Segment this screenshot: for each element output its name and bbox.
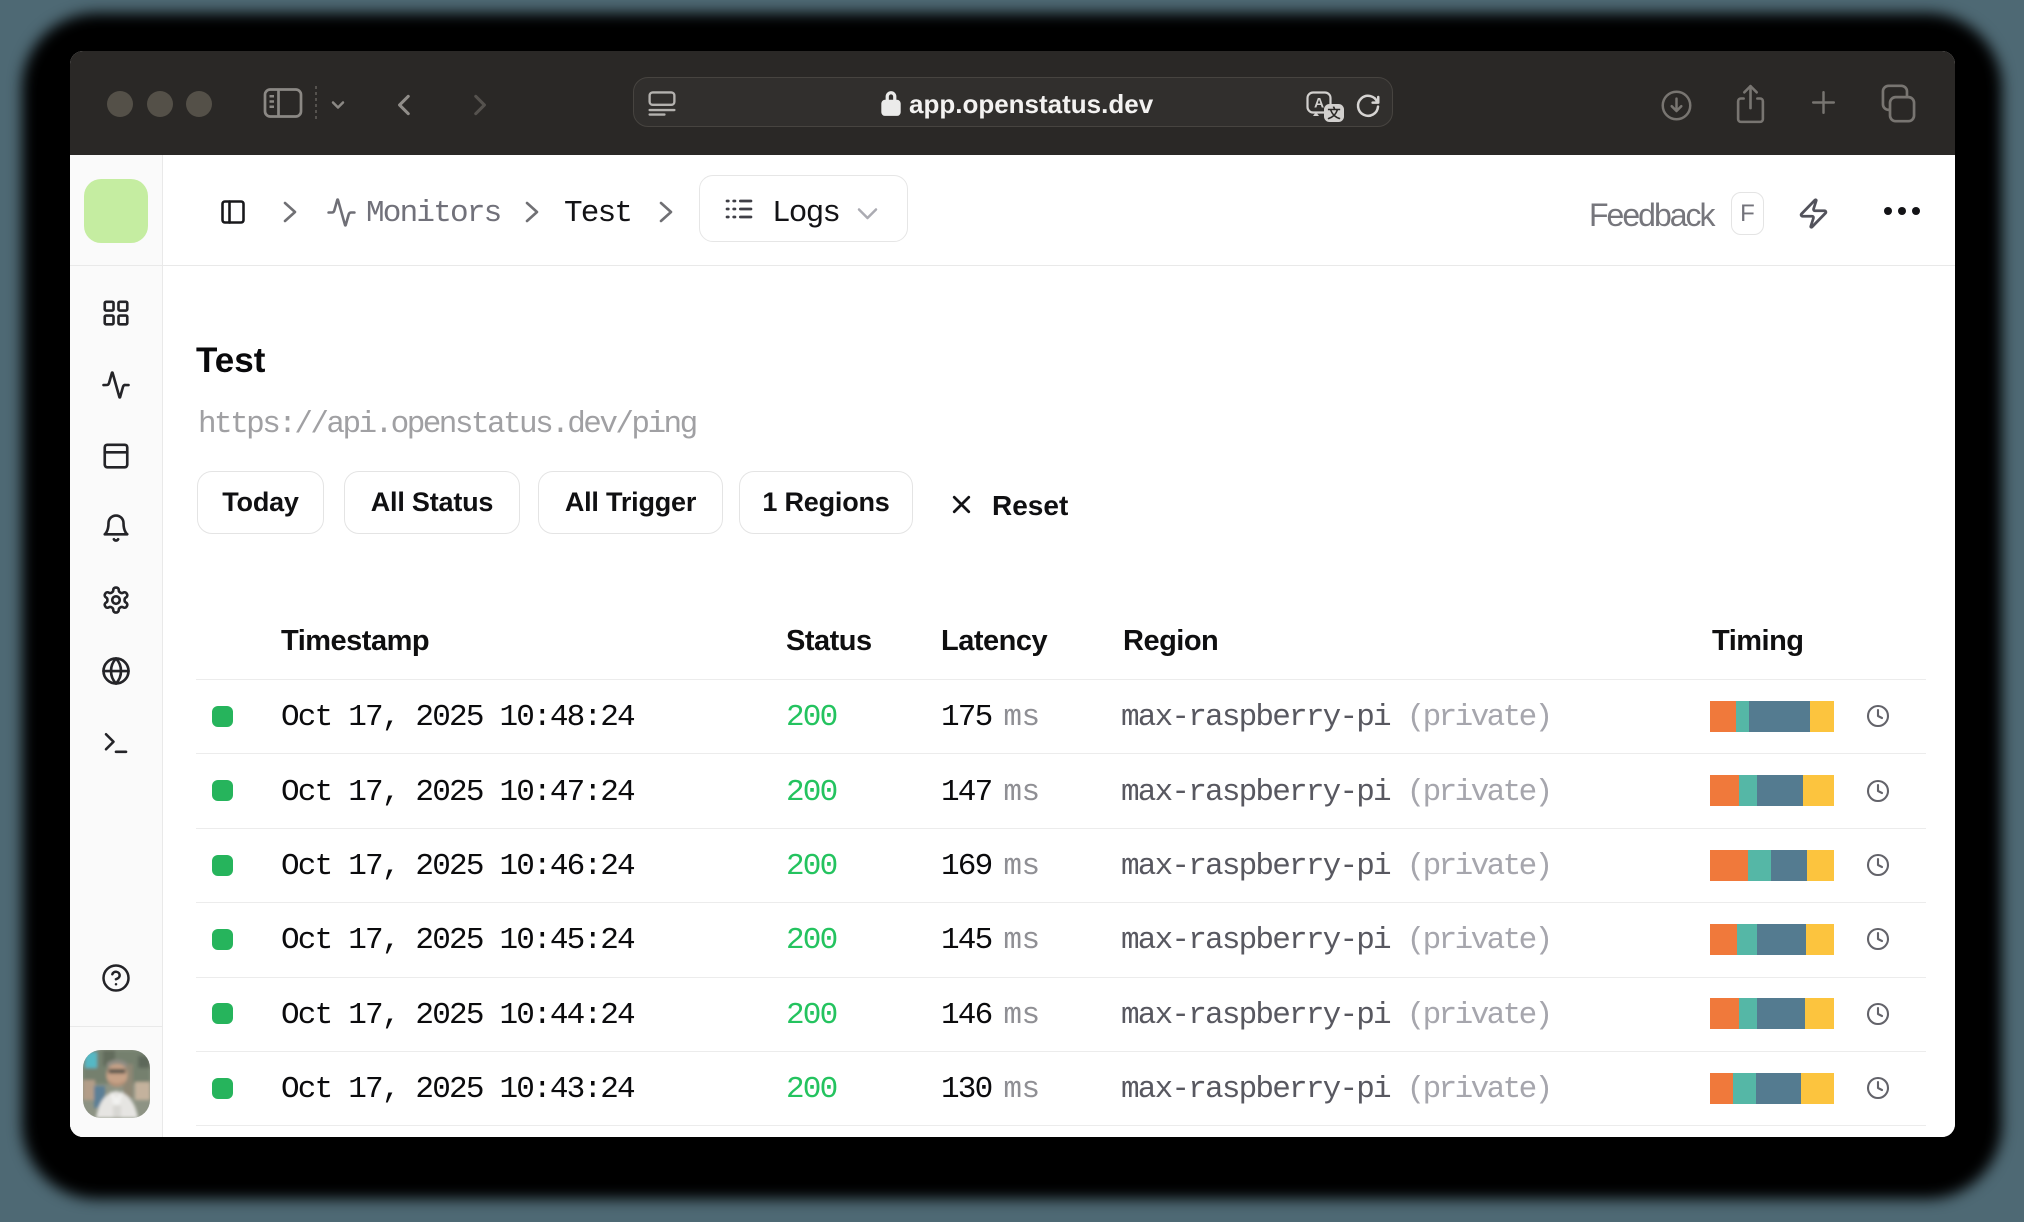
svg-text:文: 文	[1327, 106, 1341, 121]
svg-text:A: A	[1314, 95, 1324, 111]
